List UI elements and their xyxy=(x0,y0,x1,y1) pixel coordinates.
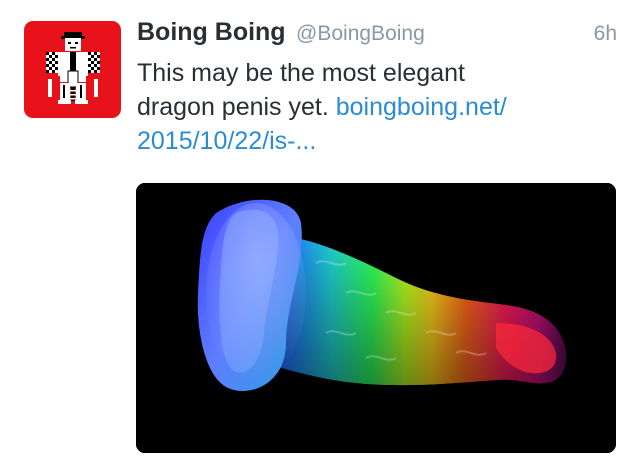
tweet-header: Boing Boing @BoingBoing 6h xyxy=(137,18,617,54)
tweet-text: This may be the most elegant dragon peni… xyxy=(137,56,607,158)
tweet-text-line-1: This may be the most elegant xyxy=(137,59,465,87)
rainbow-glow-object-image xyxy=(136,183,616,453)
author-name[interactable]: Boing Boing xyxy=(137,18,286,46)
tweet-card[interactable]: Boing Boing @BoingBoing 6h This may be t… xyxy=(0,0,639,472)
tweet-timestamp[interactable]: 6h xyxy=(594,22,617,46)
tweet-text-line-2: dragon penis yet. xyxy=(137,93,329,121)
tweet-link-part-1: boingboing.net/ xyxy=(335,93,507,121)
tweet-link-part-2: 2015/10/22/is-... xyxy=(137,127,317,155)
boing-boing-logo-icon xyxy=(24,21,121,118)
avatar[interactable] xyxy=(24,21,121,118)
tweet-media-image[interactable] xyxy=(136,183,616,453)
author-handle[interactable]: @BoingBoing xyxy=(296,22,425,45)
